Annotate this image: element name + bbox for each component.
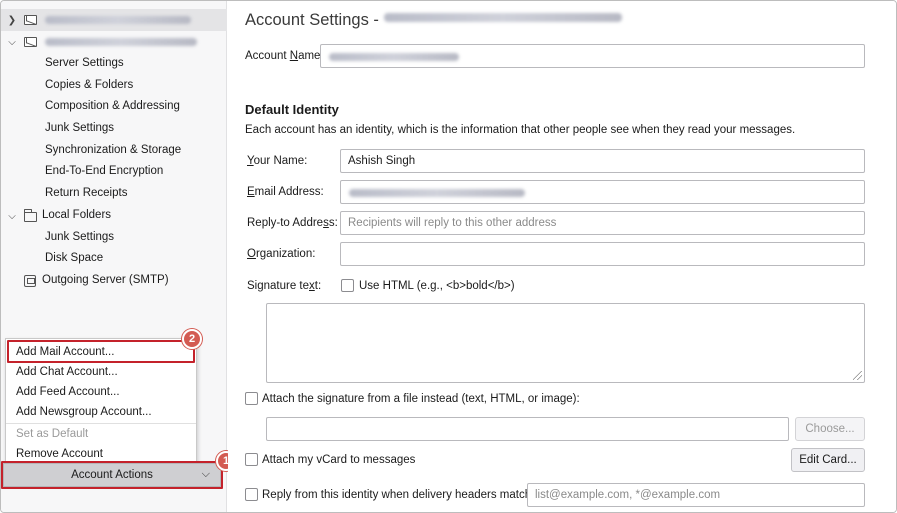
account-settings-window: ❯ ⌵ Server Settings Copies & Folders Com… xyxy=(0,0,897,513)
account-actions-button[interactable]: Account Actions ⌵ xyxy=(3,463,221,487)
reply-identity-checkbox[interactable] xyxy=(245,488,258,501)
attach-vcard-label: Attach my vCard to messages xyxy=(262,454,416,466)
server-icon xyxy=(24,275,36,287)
your-name-label: Your Name: xyxy=(247,155,308,167)
page-title: Account Settings - xyxy=(245,11,622,30)
account-name-label: Account Name: xyxy=(245,50,324,62)
identity-description: Each account has an identity, which is t… xyxy=(245,124,796,136)
signature-textarea[interactable] xyxy=(266,303,865,383)
reply-to-field[interactable] xyxy=(340,211,865,235)
reply-to-label: Reply-to Address: xyxy=(247,217,338,229)
account-name-field[interactable] xyxy=(320,44,865,68)
menu-add-chat-account[interactable]: Add Chat Account... xyxy=(6,362,196,382)
menu-add-mail-account[interactable]: Add Mail Account... xyxy=(6,342,196,362)
menu-remove-account[interactable]: Remove Account xyxy=(6,444,196,464)
email-address-field[interactable] xyxy=(340,180,865,204)
menu-add-newsgroup-account[interactable]: Add Newsgroup Account... xyxy=(6,402,196,422)
signature-text-label: Signature text: xyxy=(247,280,322,292)
use-html-checkbox[interactable] xyxy=(341,279,354,292)
chevron-right-icon[interactable]: ❯ xyxy=(7,15,17,26)
sidebar-item-copies-folders[interactable]: Copies & Folders xyxy=(1,75,227,97)
step-badge-2: 2 xyxy=(182,329,202,349)
attach-signature-checkbox[interactable] xyxy=(245,392,258,405)
tree-account-1[interactable]: ❯ xyxy=(1,9,227,31)
attach-signature-label: Attach the signature from a file instead… xyxy=(262,393,580,405)
account-actions-label: Account Actions xyxy=(71,469,153,481)
tree-account-2[interactable]: ⌵ xyxy=(1,31,227,53)
edit-card-button[interactable]: Edit Card... xyxy=(791,448,865,472)
menu-add-feed-account[interactable]: Add Feed Account... xyxy=(6,382,196,402)
reply-identity-label: Reply from this identity when delivery h… xyxy=(262,489,535,501)
your-name-field[interactable] xyxy=(340,149,865,173)
tree-local-folders[interactable]: ⌵ Local Folders xyxy=(1,205,227,227)
reply-identity-field[interactable] xyxy=(527,483,865,507)
sidebar-item-server-settings[interactable]: Server Settings xyxy=(1,53,227,75)
email-value-redacted xyxy=(349,189,525,197)
sidebar-item-synchronization-storage[interactable]: Synchronization & Storage xyxy=(1,140,227,162)
chevron-down-icon[interactable]: ⌵ xyxy=(7,37,17,48)
mail-account-icon xyxy=(24,15,37,25)
sidebar-item-junk-settings[interactable]: Junk Settings xyxy=(1,118,227,140)
chevron-down-icon[interactable]: ⌵ xyxy=(7,211,17,222)
default-identity-heading: Default Identity xyxy=(245,102,339,117)
account-email-redacted xyxy=(383,13,622,22)
tree-outgoing-server[interactable]: Outgoing Server (SMTP) xyxy=(1,270,227,292)
choose-button[interactable]: Choose... xyxy=(795,417,865,441)
folder-icon xyxy=(24,209,37,222)
mail-account-icon xyxy=(24,37,37,47)
attach-vcard-checkbox[interactable] xyxy=(245,453,258,466)
organization-label: Organization: xyxy=(247,248,316,260)
account-actions-menu: Add Mail Account... Add Chat Account... … xyxy=(5,338,197,464)
account-name-value-redacted xyxy=(329,53,459,61)
account-settings-panel: Account Settings - Account Name: Default… xyxy=(228,1,896,512)
resize-grip-icon[interactable] xyxy=(853,371,862,380)
sidebar-item-composition-addressing[interactable]: Composition & Addressing xyxy=(1,96,227,118)
account-name-redacted xyxy=(45,38,197,46)
sidebar-item-local-junk-settings[interactable]: Junk Settings xyxy=(1,227,227,249)
account-name-redacted xyxy=(45,16,191,24)
chevron-down-icon: ⌵ xyxy=(201,468,210,480)
use-html-label: Use HTML (e.g., <b>bold</b>) xyxy=(359,280,515,292)
sidebar-item-end-to-end-encryption[interactable]: End-To-End Encryption xyxy=(1,161,227,183)
email-address-label: Email Address: xyxy=(247,186,324,198)
sidebar-item-disk-space[interactable]: Disk Space xyxy=(1,248,227,270)
signature-file-field[interactable] xyxy=(266,417,789,441)
sidebar-item-return-receipts[interactable]: Return Receipts xyxy=(1,183,227,205)
organization-field[interactable] xyxy=(340,242,865,266)
menu-set-as-default: Set as Default xyxy=(16,428,89,440)
